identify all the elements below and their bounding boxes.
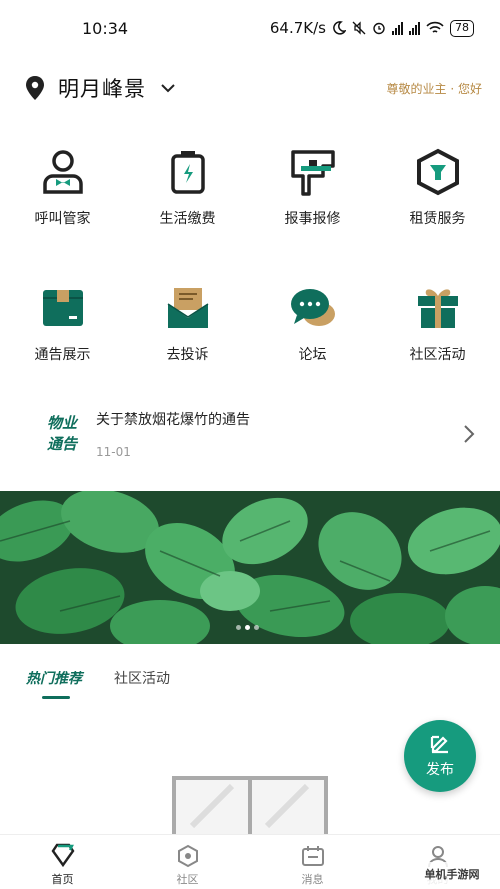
status-bar: 10:34 64.7K/s 78	[0, 0, 500, 56]
post-image-window[interactable]	[172, 776, 328, 836]
service-rental[interactable]: 租赁服务	[375, 148, 500, 228]
service-label: 去投诉	[166, 347, 209, 363]
leaves-banner-image	[0, 491, 500, 644]
service-label: 社区活动	[409, 347, 466, 363]
service-call-butler[interactable]: 呼叫管家	[0, 148, 125, 228]
service-label: 论坛	[298, 347, 327, 363]
service-label: 呼叫管家	[34, 211, 91, 227]
butler-icon	[42, 150, 83, 194]
banner-carousel[interactable]	[0, 491, 500, 644]
moon-icon	[333, 21, 346, 35]
forum-icon	[290, 289, 335, 326]
community-icon	[177, 844, 198, 868]
wifi-icon	[426, 21, 444, 33]
header: 明月峰景 尊敬的业主 · 您好	[0, 66, 500, 110]
service-label: 报事报修	[284, 211, 341, 227]
status-indicators: 64.7K/s 78	[270, 19, 474, 37]
nav-community[interactable]: 社区	[125, 835, 250, 889]
edit-icon	[430, 735, 448, 754]
service-community-activities[interactable]: 社区活动	[375, 284, 500, 364]
service-notice-display[interactable]: 通告展示	[0, 284, 125, 364]
service-forum[interactable]: 论坛	[250, 284, 375, 364]
notice-badge: 物业 通告	[40, 413, 84, 455]
network-speed: 64.7K/s	[269, 19, 326, 37]
service-life-payment[interactable]: 生活缴费	[125, 148, 250, 228]
watermark-logo: 单机手游网	[406, 862, 498, 886]
carousel-dot[interactable]	[254, 625, 259, 630]
signal-icon-2	[409, 21, 420, 35]
mute-icon	[352, 21, 366, 35]
service-label: 通告展示	[34, 347, 91, 363]
tab-hot-recommendations[interactable]: 热门推荐	[26, 668, 82, 688]
active-tab-indicator	[42, 696, 70, 699]
payment-icon	[170, 151, 205, 194]
chevron-right-icon[interactable]	[462, 423, 476, 445]
location-name[interactable]: 明月峰景	[58, 73, 146, 103]
nav-label: 消息	[301, 873, 324, 886]
nav-label: 首页	[51, 873, 74, 886]
services-row-1: 呼叫管家 生活缴费 报事报修 租赁服务	[0, 148, 500, 228]
location-pin-icon	[26, 76, 44, 100]
carousel-dots	[236, 625, 259, 630]
services-row-2: 通告展示 去投诉 论坛 社区活动	[0, 284, 500, 364]
service-complaint[interactable]: 去投诉	[125, 284, 250, 364]
nav-home[interactable]: 首页	[0, 835, 125, 889]
home-icon	[51, 843, 74, 868]
status-time: 10:34	[82, 18, 129, 38]
service-label: 租赁服务	[409, 211, 466, 227]
owner-greeting: 尊敬的业主 · 您好	[386, 81, 482, 96]
alarm-icon	[373, 22, 385, 35]
notice-title: 关于禁放烟花爆竹的通告	[96, 412, 250, 428]
tab-community-activities[interactable]: 社区活动	[114, 668, 170, 688]
notice-date: 11-01	[96, 445, 131, 459]
complaint-icon	[167, 288, 208, 328]
rental-icon	[416, 148, 459, 196]
notice-box-icon	[42, 290, 83, 326]
gift-icon	[417, 289, 458, 328]
notice-badge-line-1: 物业	[46, 414, 77, 432]
publish-button[interactable]: 发布	[404, 720, 476, 792]
message-icon	[301, 846, 324, 866]
carousel-dot-active[interactable]	[245, 625, 250, 630]
notice-badge-line-2: 通告	[46, 435, 77, 453]
service-label: 生活缴费	[159, 211, 216, 227]
signal-icon	[392, 21, 403, 35]
service-repair[interactable]: 报事报修	[250, 148, 375, 228]
carousel-dot[interactable]	[236, 625, 241, 630]
battery-icon: 78	[450, 19, 474, 37]
nav-messages[interactable]: 消息	[250, 835, 375, 889]
publish-label: 发布	[426, 762, 454, 778]
notice-text: 关于禁放烟花爆竹的通告 11-01	[96, 409, 462, 459]
repair-icon	[290, 150, 335, 196]
chevron-down-icon[interactable]	[160, 80, 176, 96]
nav-label: 社区	[176, 873, 199, 886]
property-notice[interactable]: 物业 通告 关于禁放烟花爆竹的通告 11-01	[0, 394, 500, 474]
content-tabs: 热门推荐 社区活动	[26, 668, 170, 699]
